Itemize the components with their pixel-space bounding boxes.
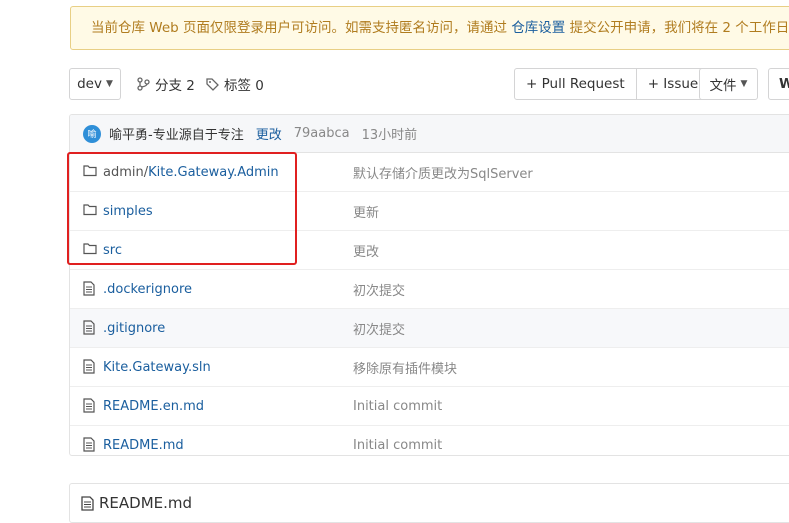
tag-icon [206, 77, 219, 91]
notice-text-after: 提交公开申请，我们将在 2 个工作日内完成审核。 [569, 20, 789, 36]
file-name[interactable]: admin/Kite.Gateway.Admin [103, 165, 279, 180]
file-name[interactable]: src [103, 243, 122, 258]
file-row[interactable]: Kite.Gateway.sln 移除原有插件模块 [70, 348, 789, 387]
commit-hash[interactable]: 79aabca [294, 126, 350, 141]
readme-panel: README.md [69, 483, 789, 523]
folder-name: Kite.Gateway.Admin [148, 164, 279, 180]
commit-message[interactable]: 初次提交 [353, 280, 405, 299]
commit-message[interactable]: 默认存储介质更改为SqlServer [353, 163, 533, 182]
repo-settings-link[interactable]: 仓库设置 [511, 20, 565, 36]
readme-title: README.md [99, 494, 193, 512]
file-row[interactable]: admin/Kite.Gateway.Admin 默认存储介质更改为SqlSer… [70, 153, 789, 192]
tags-link[interactable]: 标签 0 [206, 68, 264, 100]
commit-message[interactable]: Initial commit [353, 438, 442, 453]
branch-icon [137, 77, 150, 91]
tags-label: 标签 0 [224, 78, 264, 94]
file-row[interactable]: simples 更新 [70, 192, 789, 231]
notice-text-before: 当前仓库 Web 页面仅限登录用户可访问。如需支持匿名访问，请通过 [91, 20, 512, 36]
file-row[interactable]: .gitignore 初次提交 [70, 309, 789, 348]
file-name[interactable]: README.en.md [103, 399, 204, 414]
latest-commit-bar: 喻 喻平勇-专业源自于专注 更改 79aabca 13小时前 [70, 115, 789, 153]
file-icon [83, 281, 95, 296]
commit-message[interactable]: 初次提交 [353, 319, 405, 338]
new-pull-request-button[interactable]: + Pull Request [514, 68, 637, 100]
commit-message[interactable]: Initial commit [353, 399, 442, 414]
commit-message-link[interactable]: 更改 [256, 124, 282, 143]
file-row[interactable]: src 更改 [70, 231, 789, 270]
branches-link[interactable]: 分支 2 [137, 68, 195, 100]
folder-icon [83, 165, 97, 177]
file-icon [83, 398, 95, 413]
file-name[interactable]: simples [103, 204, 153, 219]
visibility-notice-banner: 当前仓库 Web 页面仅限登录用户可访问。如需支持匿名访问，请通过 仓库设置 提… [70, 6, 789, 50]
file-icon [83, 320, 95, 335]
folder-icon [83, 204, 97, 216]
web-ide-button[interactable]: W [768, 68, 789, 100]
file-menu-button[interactable]: 文件 ▼ [699, 68, 758, 100]
commit-message[interactable]: 更改 [353, 241, 379, 260]
file-name[interactable]: Kite.Gateway.sln [103, 360, 211, 375]
avatar[interactable]: 喻 [83, 124, 101, 143]
file-row[interactable]: README.en.md Initial commit [70, 387, 789, 426]
book-icon [81, 496, 94, 511]
branches-label: 分支 2 [155, 78, 195, 94]
folder-icon [83, 243, 97, 255]
file-menu-label: 文件 [709, 78, 737, 94]
file-name[interactable]: .dockerignore [103, 282, 192, 297]
repo-toolbar: dev ▼ 分支 2 标签 0 + Pull Request + Issue 文件… [69, 68, 789, 100]
file-name[interactable]: README.md [103, 438, 184, 453]
commit-message[interactable]: 移除原有插件模块 [353, 358, 457, 377]
branch-select[interactable]: dev ▼ [69, 68, 121, 100]
chevron-down-icon: ▼ [105, 79, 113, 89]
file-icon [83, 437, 95, 452]
pr-issue-group: + Pull Request + Issue [514, 68, 711, 100]
file-row[interactable]: README.md Initial commit [70, 426, 789, 455]
chevron-down-icon: ▼ [740, 79, 748, 89]
folder-path-prefix: admin/ [103, 164, 149, 180]
file-name[interactable]: .gitignore [103, 321, 165, 336]
file-list-table: 喻 喻平勇-专业源自于专注 更改 79aabca 13小时前 admin/Kit… [69, 114, 789, 456]
web-ide-label: W [779, 76, 789, 92]
commit-time: 13小时前 [361, 128, 418, 143]
branch-name: dev [77, 76, 102, 92]
commit-author[interactable]: 喻平勇-专业源自于专注 [109, 124, 244, 143]
file-icon [83, 359, 95, 374]
file-row[interactable]: .dockerignore 初次提交 [70, 270, 789, 309]
commit-message[interactable]: 更新 [353, 202, 379, 221]
